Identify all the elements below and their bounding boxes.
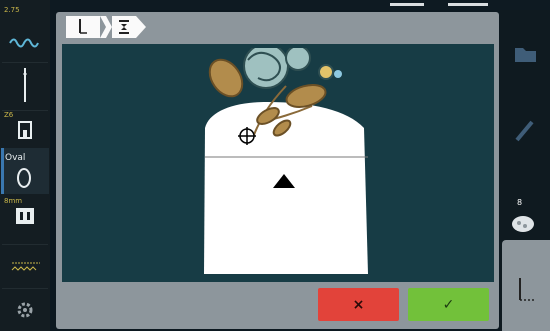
confirm-button[interactable]: ✓	[408, 288, 489, 321]
stitch-wave-icon	[9, 38, 39, 48]
feed-dog-button[interactable]	[2, 194, 48, 245]
settings-button[interactable]	[2, 288, 48, 329]
needle-icon	[23, 68, 27, 102]
pencil-icon	[515, 120, 534, 142]
needle-stitch-icon	[519, 278, 534, 301]
presser-foot-button[interactable]	[2, 110, 48, 149]
breadcrumb-arrow	[100, 16, 112, 38]
gear-icon	[17, 302, 33, 318]
hoop-label: Oval	[5, 153, 26, 163]
embroidery-design-image	[208, 48, 342, 141]
color-palette-button[interactable]	[502, 190, 548, 238]
needle-button[interactable]	[2, 62, 48, 111]
oval-hoop-icon	[17, 168, 31, 188]
stitch-type-button[interactable]	[2, 2, 48, 63]
up-arrow-icon	[273, 174, 295, 188]
presser-foot-icon	[18, 121, 32, 139]
top-indicator-left	[390, 3, 424, 6]
left-status-bar: 2.75 Z6 Oval 8mm	[0, 0, 50, 331]
crosshair-icon[interactable]	[237, 126, 257, 146]
stitch-pattern-icon	[11, 262, 40, 271]
folder-button[interactable]	[502, 22, 548, 82]
thread-tension-button[interactable]	[2, 244, 48, 289]
feed-dog-icon	[16, 208, 34, 224]
folder-icon	[515, 48, 536, 62]
edit-button[interactable]	[502, 100, 548, 160]
palette-icon	[512, 216, 534, 232]
cancel-button[interactable]: ×	[318, 288, 399, 321]
top-indicator-right	[448, 3, 488, 6]
bobbin-icon	[119, 20, 129, 34]
breadcrumb-arrow-end	[136, 16, 146, 38]
needle-position-icon	[79, 19, 87, 34]
